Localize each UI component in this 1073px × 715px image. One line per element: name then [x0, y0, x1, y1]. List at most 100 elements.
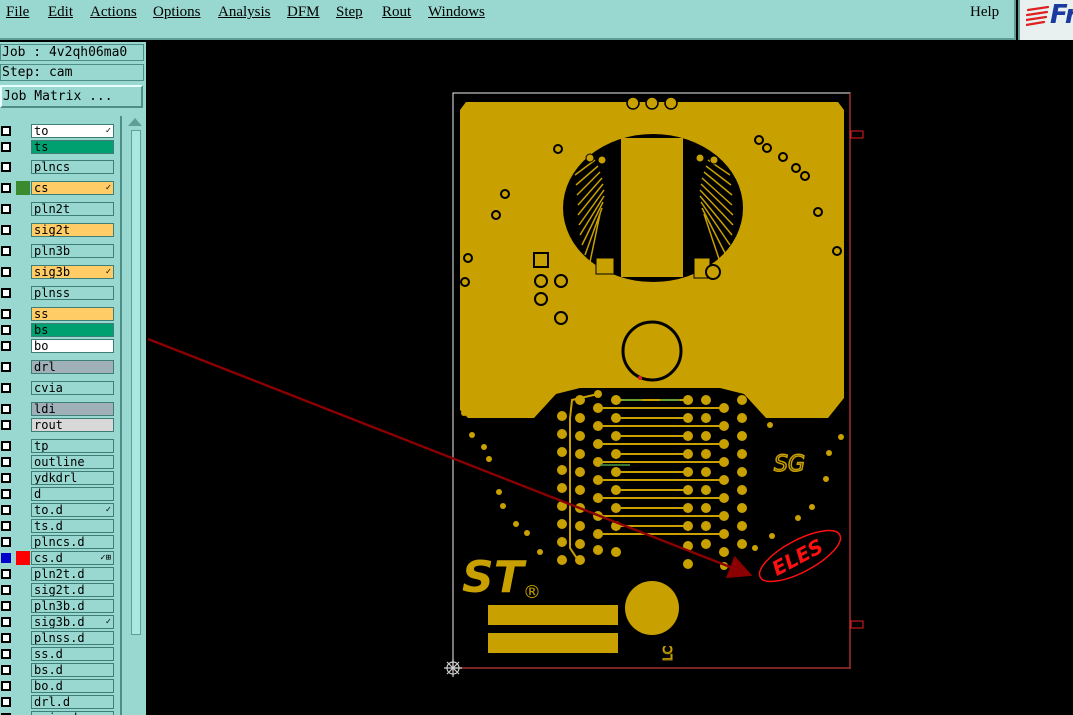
layer-name[interactable]: rout: [31, 418, 114, 432]
layer-row[interactable]: cvia.d: [0, 710, 118, 715]
layer-row[interactable]: plnss: [0, 285, 118, 301]
layer-name[interactable]: plncs: [31, 160, 114, 174]
layer-row[interactable]: pln2t: [0, 201, 118, 217]
layer-name[interactable]: pln3b.d: [31, 599, 114, 613]
layer-checkbox[interactable]: [1, 681, 11, 691]
layer-row[interactable]: cvia: [0, 380, 118, 396]
layer-name[interactable]: ydkdrl: [31, 471, 114, 485]
layer-checkbox[interactable]: [1, 309, 11, 319]
menu-dfm[interactable]: DFM: [287, 4, 320, 21]
layer-checkbox[interactable]: [1, 601, 11, 611]
menu-file[interactable]: File: [6, 4, 29, 21]
layer-name[interactable]: ss.d: [31, 647, 114, 661]
menu-windows[interactable]: Windows: [428, 4, 485, 21]
layer-checkbox[interactable]: [1, 225, 11, 235]
layer-row[interactable]: cs ✓: [0, 180, 118, 196]
scroll-thumb[interactable]: [131, 130, 141, 635]
layer-name[interactable]: to.d ✓: [31, 503, 114, 517]
layer-checkbox[interactable]: [1, 162, 11, 172]
layer-name[interactable]: pln3b: [31, 244, 114, 258]
layer-checkbox[interactable]: [1, 441, 11, 451]
layer-name[interactable]: ss: [31, 307, 114, 321]
menu-edit[interactable]: Edit: [48, 4, 73, 21]
layer-row[interactable]: sig3b.d ✓: [0, 614, 118, 630]
layer-name[interactable]: cvia: [31, 381, 114, 395]
origin-marker-icon[interactable]: [444, 659, 462, 677]
layer-name[interactable]: bo: [31, 339, 114, 353]
layer-name[interactable]: sig3b ✓: [31, 265, 114, 279]
layer-row[interactable]: plncs: [0, 159, 118, 175]
layer-name[interactable]: sig2t: [31, 223, 114, 237]
layer-checkbox[interactable]: [1, 142, 11, 152]
layer-checkbox[interactable]: [1, 569, 11, 579]
layer-checkbox[interactable]: [1, 633, 11, 643]
layer-checkbox[interactable]: [1, 489, 11, 499]
layer-row[interactable]: bo.d: [0, 678, 118, 694]
scroll-up-icon[interactable]: [128, 118, 142, 126]
layer-row[interactable]: d: [0, 486, 118, 502]
layer-row[interactable]: pln3b.d: [0, 598, 118, 614]
layer-row[interactable]: ydkdrl: [0, 470, 118, 486]
graphics-canvas[interactable]: SG ST ® LC ELES: [146, 42, 1073, 715]
layer-checkbox[interactable]: [1, 362, 11, 372]
layer-name[interactable]: pln2t.d: [31, 567, 114, 581]
layer-checkbox[interactable]: [1, 325, 11, 335]
layer-checkbox[interactable]: [1, 267, 11, 277]
layer-checkbox[interactable]: [1, 505, 11, 515]
layer-checkbox[interactable]: [1, 585, 11, 595]
layer-row[interactable]: rout: [0, 417, 118, 433]
layer-row[interactable]: sig2t: [0, 222, 118, 238]
layer-name[interactable]: plncs.d: [31, 535, 114, 549]
layer-name[interactable]: cvia.d: [31, 711, 114, 715]
layer-name[interactable]: drl.d: [31, 695, 114, 709]
layer-checkbox[interactable]: [1, 553, 11, 563]
layer-name[interactable]: plnss: [31, 286, 114, 300]
layer-checkbox[interactable]: [1, 204, 11, 214]
layer-checkbox[interactable]: [1, 341, 11, 351]
layer-name[interactable]: cs.d ✓⊞: [31, 551, 114, 565]
layer-row[interactable]: ts.d: [0, 518, 118, 534]
layer-name[interactable]: sig3b.d ✓: [31, 615, 114, 629]
menu-options[interactable]: Options: [153, 4, 201, 21]
layer-name[interactable]: pln2t: [31, 202, 114, 216]
layer-name[interactable]: to ✓: [31, 124, 114, 138]
layer-name[interactable]: ldi: [31, 402, 114, 416]
layer-row[interactable]: to.d ✓: [0, 502, 118, 518]
layer-row[interactable]: pln2t.d: [0, 566, 118, 582]
layer-name[interactable]: plnss.d: [31, 631, 114, 645]
menu-actions[interactable]: Actions: [90, 4, 137, 21]
layer-row[interactable]: ss.d: [0, 646, 118, 662]
layer-row[interactable]: drl: [0, 359, 118, 375]
layer-checkbox[interactable]: [1, 404, 11, 414]
layer-checkbox[interactable]: [1, 521, 11, 531]
layer-name[interactable]: bs: [31, 323, 114, 337]
layer-checkbox[interactable]: [1, 126, 11, 136]
layer-name[interactable]: outline: [31, 455, 114, 469]
layer-row[interactable]: ts: [0, 139, 118, 155]
layer-row[interactable]: to ✓: [0, 123, 118, 139]
layer-checkbox[interactable]: [1, 537, 11, 547]
layer-row[interactable]: ss: [0, 306, 118, 322]
menu-step[interactable]: Step: [336, 4, 363, 21]
job-matrix-button[interactable]: Job Matrix ...: [0, 85, 143, 108]
layer-name[interactable]: cs ✓: [31, 181, 114, 195]
layer-row[interactable]: drl.d: [0, 694, 118, 710]
layer-name[interactable]: bs.d: [31, 663, 114, 677]
layer-row[interactable]: bo: [0, 338, 118, 354]
layer-name[interactable]: ts.d: [31, 519, 114, 533]
layer-row[interactable]: bs.d: [0, 662, 118, 678]
layer-name[interactable]: d: [31, 487, 114, 501]
layer-row[interactable]: cs.d ✓⊞: [0, 550, 118, 566]
menu-analysis[interactable]: Analysis: [218, 4, 271, 21]
layer-scrollbar[interactable]: [120, 116, 146, 715]
layer-checkbox[interactable]: [1, 457, 11, 467]
layer-checkbox[interactable]: [1, 665, 11, 675]
layer-checkbox[interactable]: [1, 617, 11, 627]
layer-checkbox[interactable]: [1, 649, 11, 659]
layer-name[interactable]: ts: [31, 140, 114, 154]
layer-row[interactable]: bs: [0, 322, 118, 338]
layer-checkbox[interactable]: [1, 473, 11, 483]
layer-row[interactable]: sig3b ✓: [0, 264, 118, 280]
layer-row[interactable]: plncs.d: [0, 534, 118, 550]
layer-row[interactable]: tp: [0, 438, 118, 454]
